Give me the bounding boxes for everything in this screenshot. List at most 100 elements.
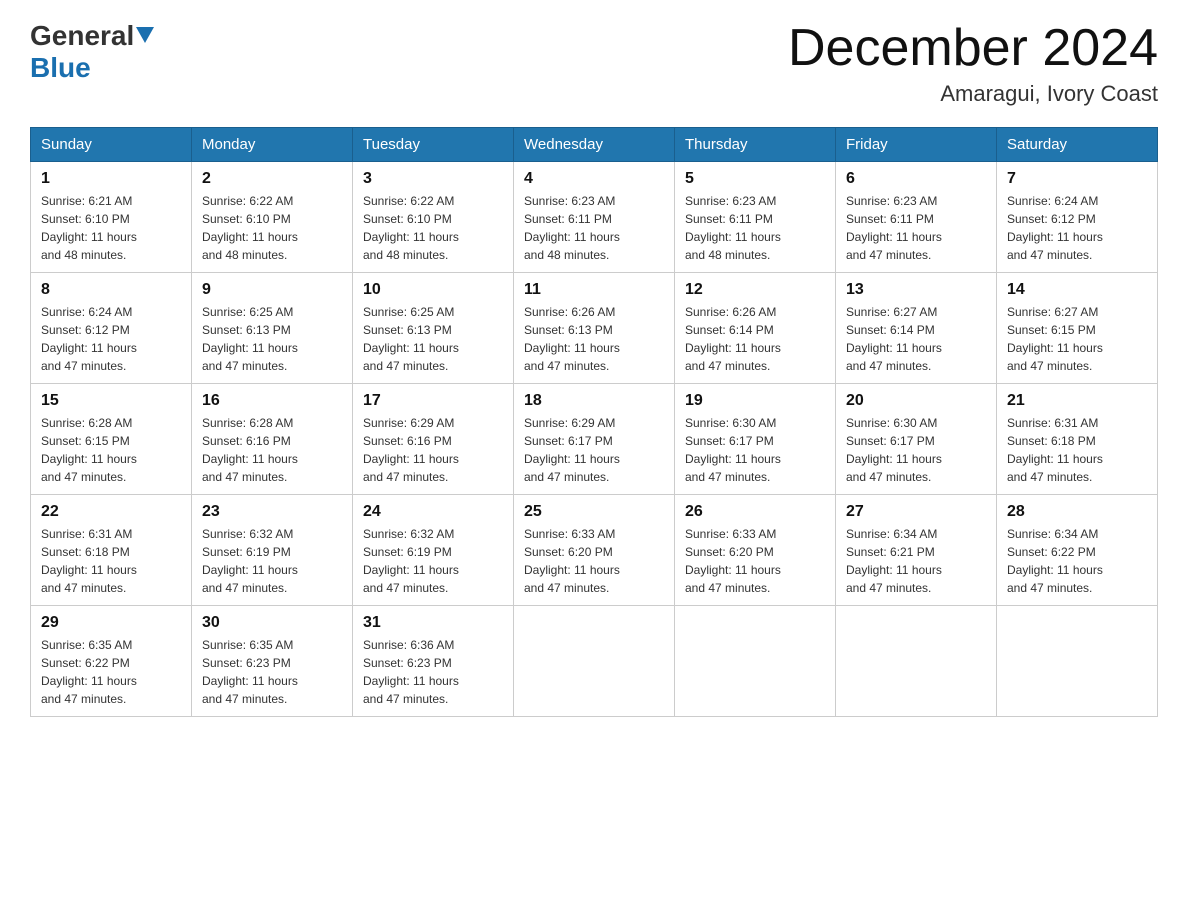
calendar-cell: 15Sunrise: 6:28 AMSunset: 6:15 PMDayligh… bbox=[31, 384, 192, 495]
day-info: Sunrise: 6:31 AMSunset: 6:18 PMDaylight:… bbox=[41, 525, 181, 597]
calendar-week-4: 22 Sunrise: 6:31 AMSunset: 6:18 PMDayligh… bbox=[31, 495, 1158, 606]
calendar-cell: 5 Sunrise: 6:23 AMSunset: 6:11 PMDaylight… bbox=[675, 162, 836, 273]
calendar-cell: 28 Sunrise: 6:34 AMSunset: 6:22 PMDayligh… bbox=[997, 495, 1158, 606]
calendar-week-5: 29 Sunrise: 6:35 AMSunset: 6:22 PMDayligh… bbox=[31, 606, 1158, 717]
day-number: 13 bbox=[846, 281, 986, 299]
day-number: 26 bbox=[685, 503, 825, 521]
day-number: 31 bbox=[363, 614, 503, 632]
calendar-cell: 23Sunrise: 6:32 AMSunset: 6:19 PMDayligh… bbox=[192, 495, 353, 606]
day-number: 6 bbox=[846, 170, 986, 188]
day-number: 11 bbox=[524, 281, 664, 299]
day-number: 12 bbox=[685, 281, 825, 299]
day-info: Sunrise: 6:32 AMSunset: 6:19 PMDaylight:… bbox=[202, 525, 342, 597]
weekday-header-sunday: Sunday bbox=[31, 128, 192, 162]
day-number: 22 bbox=[41, 503, 181, 521]
calendar-cell: 7Sunrise: 6:24 AMSunset: 6:12 PMDaylight… bbox=[997, 162, 1158, 273]
calendar-cell: 22 Sunrise: 6:31 AMSunset: 6:18 PMDayligh… bbox=[31, 495, 192, 606]
calendar-cell: 4 Sunrise: 6:23 AMSunset: 6:11 PMDaylight… bbox=[514, 162, 675, 273]
day-info: Sunrise: 6:22 AMSunset: 6:10 PMDaylight:… bbox=[363, 192, 503, 264]
calendar-cell: 31 Sunrise: 6:36 AMSunset: 6:23 PMDayligh… bbox=[353, 606, 514, 717]
day-info: Sunrise: 6:23 AMSunset: 6:11 PMDaylight:… bbox=[524, 192, 664, 264]
day-number: 28 bbox=[1007, 503, 1147, 521]
calendar-cell: 29 Sunrise: 6:35 AMSunset: 6:22 PMDayligh… bbox=[31, 606, 192, 717]
day-number: 27 bbox=[846, 503, 986, 521]
day-number: 21 bbox=[1007, 392, 1147, 410]
day-number: 5 bbox=[685, 170, 825, 188]
day-info: Sunrise: 6:33 AMSunset: 6:20 PMDaylight:… bbox=[524, 525, 664, 597]
day-number: 17 bbox=[363, 392, 503, 410]
day-info: Sunrise: 6:23 AMSunset: 6:11 PMDaylight:… bbox=[685, 192, 825, 264]
calendar-header: SundayMondayTuesdayWednesdayThursdayFrid… bbox=[31, 128, 1158, 162]
page-header: General Blue December 2024 Amaragui, Ivo… bbox=[30, 20, 1158, 107]
day-number: 10 bbox=[363, 281, 503, 299]
day-info: Sunrise: 6:26 AMSunset: 6:13 PMDaylight:… bbox=[524, 303, 664, 375]
calendar-cell: 13 Sunrise: 6:27 AMSunset: 6:14 PMDayligh… bbox=[836, 273, 997, 384]
day-number: 8 bbox=[41, 281, 181, 299]
day-info: Sunrise: 6:32 AMSunset: 6:19 PMDaylight:… bbox=[363, 525, 503, 597]
day-number: 16 bbox=[202, 392, 342, 410]
day-number: 9 bbox=[202, 281, 342, 299]
month-title: December 2024 bbox=[788, 20, 1158, 77]
day-info: Sunrise: 6:26 AMSunset: 6:14 PMDaylight:… bbox=[685, 303, 825, 375]
day-number: 25 bbox=[524, 503, 664, 521]
calendar-cell bbox=[675, 606, 836, 717]
day-number: 30 bbox=[202, 614, 342, 632]
calendar-cell: 30 Sunrise: 6:35 AMSunset: 6:23 PMDayligh… bbox=[192, 606, 353, 717]
calendar-cell: 12 Sunrise: 6:26 AMSunset: 6:14 PMDayligh… bbox=[675, 273, 836, 384]
day-info: Sunrise: 6:23 AMSunset: 6:11 PMDaylight:… bbox=[846, 192, 986, 264]
calendar-cell bbox=[997, 606, 1158, 717]
calendar-cell: 21 Sunrise: 6:31 AMSunset: 6:18 PMDayligh… bbox=[997, 384, 1158, 495]
day-info: Sunrise: 6:27 AMSunset: 6:14 PMDaylight:… bbox=[846, 303, 986, 375]
calendar-cell: 9 Sunrise: 6:25 AMSunset: 6:13 PMDaylight… bbox=[192, 273, 353, 384]
day-info: Sunrise: 6:24 AMSunset: 6:12 PMDaylight:… bbox=[1007, 192, 1147, 264]
calendar-cell: 1 Sunrise: 6:21 AMSunset: 6:10 PMDaylight… bbox=[31, 162, 192, 273]
day-info: Sunrise: 6:25 AMSunset: 6:13 PMDaylight:… bbox=[363, 303, 503, 375]
day-number: 20 bbox=[846, 392, 986, 410]
title-block: December 2024 Amaragui, Ivory Coast bbox=[788, 20, 1158, 107]
weekday-header-wednesday: Wednesday bbox=[514, 128, 675, 162]
calendar-cell: 8Sunrise: 6:24 AMSunset: 6:12 PMDaylight… bbox=[31, 273, 192, 384]
logo-general-text: General bbox=[30, 20, 134, 52]
calendar-cell: 16 Sunrise: 6:28 AMSunset: 6:16 PMDayligh… bbox=[192, 384, 353, 495]
calendar-cell: 17 Sunrise: 6:29 AMSunset: 6:16 PMDayligh… bbox=[353, 384, 514, 495]
day-info: Sunrise: 6:29 AMSunset: 6:16 PMDaylight:… bbox=[363, 414, 503, 486]
day-info: Sunrise: 6:35 AMSunset: 6:23 PMDaylight:… bbox=[202, 636, 342, 708]
day-info: Sunrise: 6:31 AMSunset: 6:18 PMDaylight:… bbox=[1007, 414, 1147, 486]
day-info: Sunrise: 6:22 AMSunset: 6:10 PMDaylight:… bbox=[202, 192, 342, 264]
logo: General Blue bbox=[30, 20, 154, 84]
day-info: Sunrise: 6:27 AMSunset: 6:15 PMDaylight:… bbox=[1007, 303, 1147, 375]
calendar-cell: 6 Sunrise: 6:23 AMSunset: 6:11 PMDaylight… bbox=[836, 162, 997, 273]
calendar-cell: 20 Sunrise: 6:30 AMSunset: 6:17 PMDayligh… bbox=[836, 384, 997, 495]
day-info: Sunrise: 6:28 AMSunset: 6:16 PMDaylight:… bbox=[202, 414, 342, 486]
weekday-header-friday: Friday bbox=[836, 128, 997, 162]
day-info: Sunrise: 6:36 AMSunset: 6:23 PMDaylight:… bbox=[363, 636, 503, 708]
calendar-week-1: 1 Sunrise: 6:21 AMSunset: 6:10 PMDaylight… bbox=[31, 162, 1158, 273]
day-info: Sunrise: 6:25 AMSunset: 6:13 PMDaylight:… bbox=[202, 303, 342, 375]
day-info: Sunrise: 6:21 AMSunset: 6:10 PMDaylight:… bbox=[41, 192, 181, 264]
day-info: Sunrise: 6:30 AMSunset: 6:17 PMDaylight:… bbox=[846, 414, 986, 486]
day-number: 18 bbox=[524, 392, 664, 410]
weekday-header-saturday: Saturday bbox=[997, 128, 1158, 162]
logo-blue-text: Blue bbox=[30, 52, 91, 83]
calendar-cell: 2 Sunrise: 6:22 AMSunset: 6:10 PMDaylight… bbox=[192, 162, 353, 273]
day-number: 4 bbox=[524, 170, 664, 188]
day-info: Sunrise: 6:28 AMSunset: 6:15 PMDaylight:… bbox=[41, 414, 181, 486]
day-number: 1 bbox=[41, 170, 181, 188]
day-info: Sunrise: 6:29 AMSunset: 6:17 PMDaylight:… bbox=[524, 414, 664, 486]
calendar-cell: 18 Sunrise: 6:29 AMSunset: 6:17 PMDayligh… bbox=[514, 384, 675, 495]
day-number: 24 bbox=[363, 503, 503, 521]
calendar-cell: 3 Sunrise: 6:22 AMSunset: 6:10 PMDaylight… bbox=[353, 162, 514, 273]
calendar-cell: 25 Sunrise: 6:33 AMSunset: 6:20 PMDayligh… bbox=[514, 495, 675, 606]
day-info: Sunrise: 6:35 AMSunset: 6:22 PMDaylight:… bbox=[41, 636, 181, 708]
day-info: Sunrise: 6:33 AMSunset: 6:20 PMDaylight:… bbox=[685, 525, 825, 597]
weekday-header-thursday: Thursday bbox=[675, 128, 836, 162]
day-number: 3 bbox=[363, 170, 503, 188]
day-number: 29 bbox=[41, 614, 181, 632]
calendar-cell: 27Sunrise: 6:34 AMSunset: 6:21 PMDayligh… bbox=[836, 495, 997, 606]
logo-arrow-icon bbox=[136, 27, 154, 48]
calendar-cell: 19Sunrise: 6:30 AMSunset: 6:17 PMDayligh… bbox=[675, 384, 836, 495]
calendar-cell: 14Sunrise: 6:27 AMSunset: 6:15 PMDayligh… bbox=[997, 273, 1158, 384]
calendar-cell bbox=[836, 606, 997, 717]
day-number: 2 bbox=[202, 170, 342, 188]
day-info: Sunrise: 6:34 AMSunset: 6:22 PMDaylight:… bbox=[1007, 525, 1147, 597]
